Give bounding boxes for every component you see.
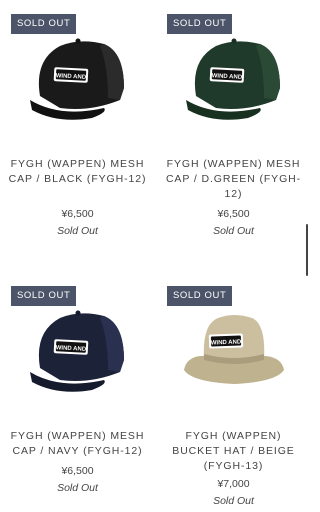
sold-out-badge: SOLD OUT	[11, 286, 77, 306]
product-price: ¥6,500	[217, 208, 250, 220]
scrollbar[interactable]	[306, 224, 308, 276]
product-price: ¥6,500	[61, 465, 94, 477]
product-card-green-cap[interactable]: WIND AND SOLD OUT FYGH (WAPPEN) MESH CAP…	[156, 0, 311, 256]
product-price: ¥6,500	[61, 208, 94, 220]
product-card-navy-cap[interactable]: WIND AND SOLD OUT FYGH (WAPPEN) MESH CAP…	[0, 272, 155, 512]
product-card-beige-bucket-hat[interactable]: WIND AND SOLD OUT FYGH (WAPPEN) BUCKET H…	[156, 272, 311, 512]
svg-text:WIND AND: WIND AND	[211, 339, 242, 346]
product-price: ¥7,000	[217, 478, 250, 490]
product-title[interactable]: FYGH (WAPPEN) MESH CAP / D.GREEN (FYGH-1…	[164, 157, 303, 202]
product-status: Sold Out	[57, 482, 98, 494]
product-card-black-cap[interactable]: WIND AND SOLD OUT FYGH (WAPPEN) MESH CAP…	[0, 0, 155, 256]
product-title[interactable]: FYGH (WAPPEN) MESH CAP / NAVY (FYGH-12)	[8, 429, 147, 459]
product-title[interactable]: FYGH (WAPPEN) BUCKET HAT / BEIGE (FYGH-1…	[164, 429, 303, 474]
sold-out-badge: SOLD OUT	[11, 14, 77, 34]
product-status: Sold Out	[213, 225, 254, 237]
product-status: Sold Out	[57, 225, 98, 237]
product-status: Sold Out	[213, 495, 254, 507]
sold-out-badge: SOLD OUT	[167, 14, 233, 34]
sold-out-badge: SOLD OUT	[167, 286, 233, 306]
product-title[interactable]: FYGH (WAPPEN) MESH CAP / BLACK (FYGH-12)	[8, 157, 147, 187]
